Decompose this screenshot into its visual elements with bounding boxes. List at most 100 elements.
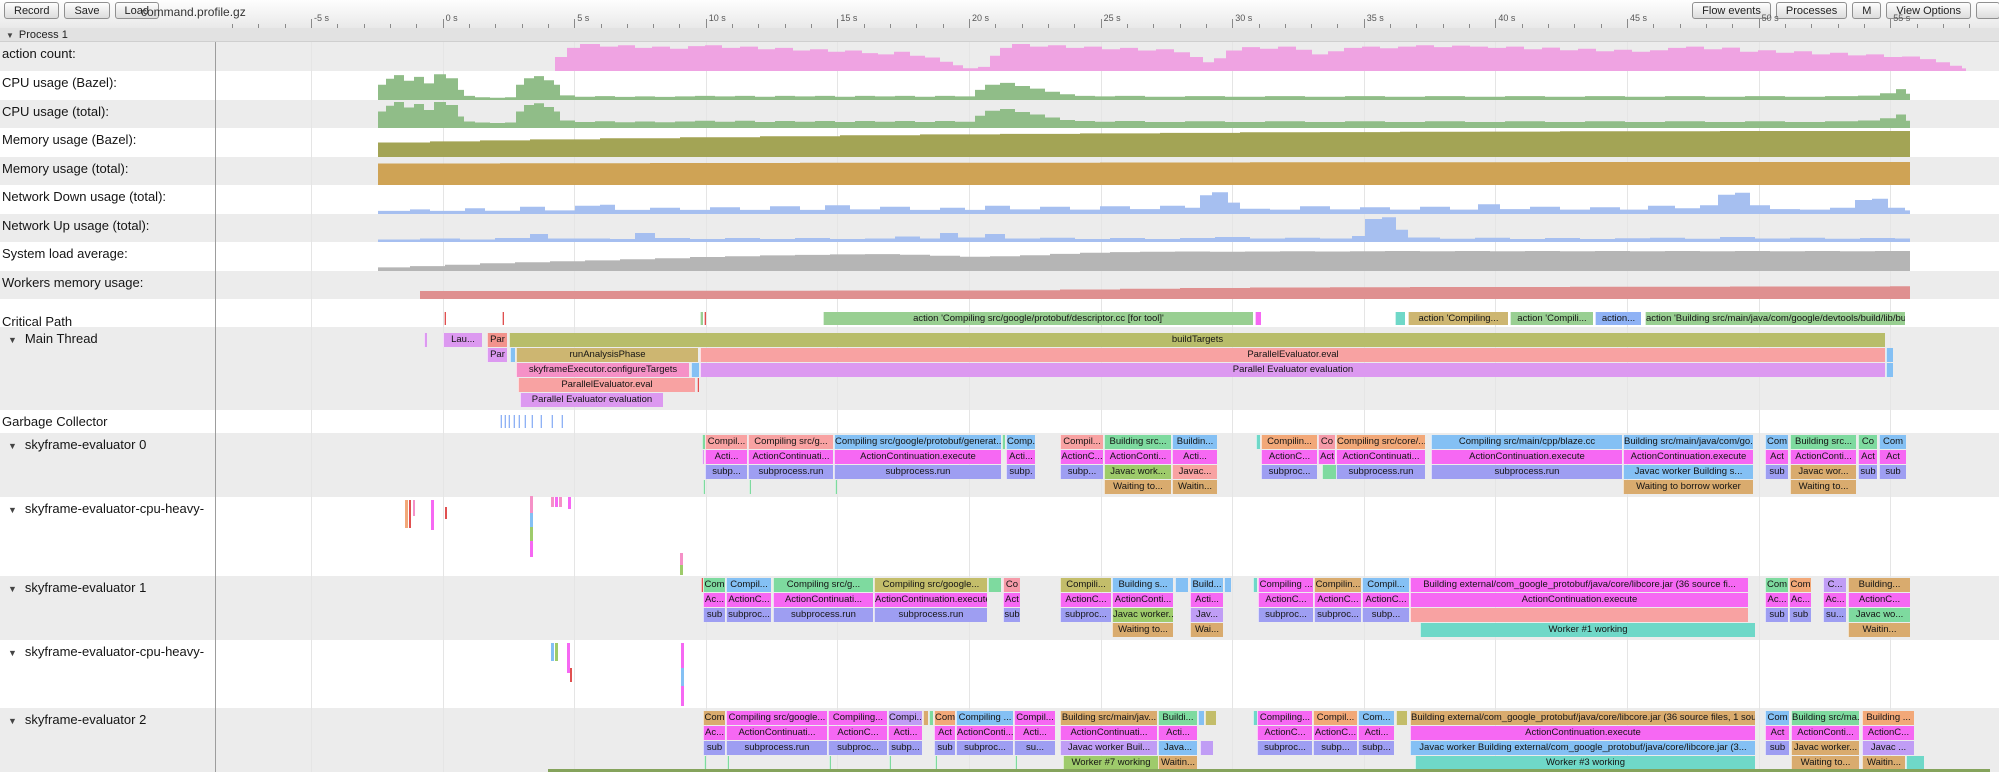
ruler-tick (837, 19, 838, 28)
gutter-separator (215, 28, 216, 772)
ruler-tick (548, 24, 549, 28)
ruler-tick (364, 24, 365, 28)
ruler-tick (1101, 19, 1102, 28)
collapse-arrow-icon[interactable]: ▼ (8, 335, 17, 345)
track-label-text: skyframe-evaluator-cpu-heavy- (25, 644, 204, 659)
track-label-critical-path: Critical Path (2, 314, 72, 329)
ruler-tick (232, 24, 233, 28)
track-label-skyframe-evaluator-cpu-heavy-2[interactable]: ▼ skyframe-evaluator-cpu-heavy- (8, 644, 204, 659)
ruler-tick (1127, 24, 1128, 28)
track-label-skyframe-evaluator-2[interactable]: ▼ skyframe-evaluator 2 (8, 712, 146, 727)
ruler-tick (1680, 24, 1681, 28)
track-label-text: CPU usage (total): (2, 104, 109, 119)
ruler-label: 25 s (1104, 13, 1121, 23)
track-label-cpu-usage-bazel: CPU usage (Bazel): (2, 75, 117, 90)
ruler-label: 15 s (840, 13, 857, 23)
ruler-tick (1022, 24, 1023, 28)
track-label-skyframe-evaluator-0[interactable]: ▼ skyframe-evaluator 0 (8, 437, 146, 452)
ruler-tick (1074, 24, 1075, 28)
ruler-tick (890, 24, 891, 28)
track-label-memory-usage-total: Memory usage (total): (2, 161, 128, 176)
ruler-label: 35 s (1367, 13, 1384, 23)
ruler-label: 50 s (1762, 13, 1779, 23)
ruler-tick (1153, 24, 1154, 28)
ruler-tick (1364, 19, 1365, 28)
ruler-tick (1180, 24, 1181, 28)
collapse-arrow-icon[interactable]: ▼ (8, 505, 17, 515)
collapse-arrow-icon[interactable]: ▼ (8, 648, 17, 658)
track-label-skyframe-evaluator-1[interactable]: ▼ skyframe-evaluator 1 (8, 580, 146, 595)
timeline-ruler[interactable]: -5 s0 s5 s10 s15 s20 s25 s30 s35 s40 s45… (216, 13, 1999, 28)
ruler-tick (1917, 24, 1918, 28)
track-label-text: Workers memory usage: (2, 275, 143, 290)
process-header[interactable]: ▼Process 1 (0, 28, 1999, 42)
ruler-tick (1969, 24, 1970, 28)
ruler-label: 30 s (1235, 13, 1252, 23)
ruler-tick (653, 24, 654, 28)
ruler-tick (1522, 24, 1523, 28)
track-label-network-up-usage: Network Up usage (total): (2, 218, 149, 233)
ruler-tick (1627, 19, 1628, 28)
collapse-arrow-icon[interactable]: ▼ (8, 584, 17, 594)
track-label-skyframe-evaluator-cpu-heavy-1[interactable]: ▼skyframe-evaluator-cpu-heavy- (8, 501, 204, 516)
ruler-label: 55 s (1893, 13, 1910, 23)
ruler-label: 40 s (1498, 13, 1515, 23)
track-label-system-load-average: System load average: (2, 246, 128, 261)
track-label-action-count: action count: (2, 46, 76, 61)
ruler-tick (969, 19, 970, 28)
collapse-arrow-icon[interactable]: ▼ (8, 716, 17, 726)
ruler-tick (574, 19, 575, 28)
ruler-tick (1759, 19, 1760, 28)
ruler-tick (1732, 24, 1733, 28)
track-label-text: Memory usage (total): (2, 161, 128, 176)
ruler-tick (337, 24, 338, 28)
ruler-tick (1574, 24, 1575, 28)
ruler-tick (995, 24, 996, 28)
track-label-text: skyframe-evaluator 0 (25, 437, 146, 452)
ruler-tick (1232, 19, 1233, 28)
ruler-tick (1337, 24, 1338, 28)
bazel-profile-viewer: RecordSaveLoad command.profile.gz Flow e… (0, 0, 1999, 772)
ruler-tick (1838, 24, 1839, 28)
ruler-tick (706, 19, 707, 28)
ruler-tick (311, 19, 312, 28)
track-label-cpu-usage-total: CPU usage (total): (2, 104, 109, 119)
ruler-tick (679, 24, 680, 28)
track-label-text: CPU usage (Bazel): (2, 75, 117, 90)
ruler-tick (1048, 24, 1049, 28)
ruler-tick (758, 24, 759, 28)
track-label-memory-usage-bazel: Memory usage (Bazel): (2, 132, 136, 147)
ruler-tick (390, 24, 391, 28)
labels-layer: action count: CPU usage (Bazel): CPU usage… (0, 0, 1999, 772)
track-label-text: action count: (2, 46, 76, 61)
ruler-tick (1811, 24, 1812, 28)
track-label-text: skyframe-evaluator 1 (25, 580, 146, 595)
ruler-tick (916, 24, 917, 28)
ruler-tick (1890, 19, 1891, 28)
ruler-tick (1601, 24, 1602, 28)
collapse-arrow-icon: ▼ (6, 31, 14, 40)
save-button[interactable]: Save (64, 2, 109, 19)
track-label-text: System load average: (2, 246, 128, 261)
ruler-tick (1259, 24, 1260, 28)
ruler-tick (943, 24, 944, 28)
track-label-text: Garbage Collector (2, 414, 108, 429)
track-label-main-thread[interactable]: ▼Main Thread (8, 331, 98, 346)
track-label-text: skyframe-evaluator 2 (25, 712, 146, 727)
ruler-tick (1416, 24, 1417, 28)
ruler-tick (1653, 24, 1654, 28)
record-button[interactable]: Record (4, 2, 59, 19)
ruler-tick (1943, 24, 1944, 28)
track-label-garbage-collector: Garbage Collector (2, 414, 108, 429)
ruler-tick (416, 24, 417, 28)
ruler-tick (1206, 24, 1207, 28)
track-label-text: Memory usage (Bazel): (2, 132, 136, 147)
ruler-tick (627, 24, 628, 28)
ruler-tick (258, 24, 259, 28)
ruler-label: 5 s (577, 13, 589, 23)
track-label-text: Network Up usage (total): (2, 218, 149, 233)
track-label-workers-memory-usage: Workers memory usage: (2, 275, 143, 290)
collapse-arrow-icon[interactable]: ▼ (8, 441, 17, 451)
ruler-tick (1864, 24, 1865, 28)
ruler-tick (864, 24, 865, 28)
